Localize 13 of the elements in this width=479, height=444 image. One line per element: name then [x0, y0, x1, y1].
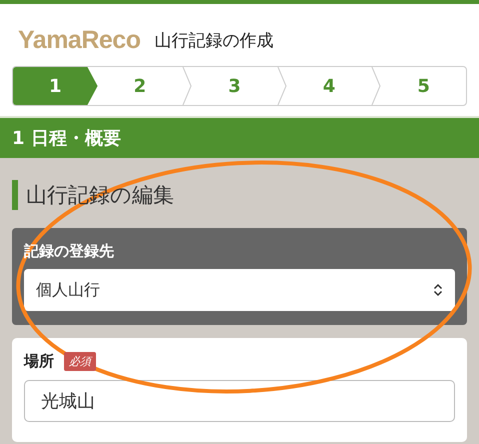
page-title: 山行記録の作成 — [154, 30, 274, 52]
place-input[interactable]: 光城山 — [24, 380, 455, 422]
logo[interactable]: YamaReco — [18, 26, 140, 54]
required-badge: 必須 — [64, 352, 96, 371]
step-tab[interactable]: 2 — [98, 67, 182, 105]
step-tab[interactable]: 4 — [286, 67, 372, 105]
step-tab[interactable]: 1 — [13, 67, 98, 105]
step-tab[interactable]: 3 — [192, 67, 277, 105]
step-tab[interactable]: 5 — [381, 67, 466, 105]
destination-select[interactable]: 個人山行 — [24, 269, 455, 311]
updown-icon — [433, 283, 443, 297]
section-bar: 1 日程・概要 — [0, 116, 479, 158]
field-label: 場所 — [24, 352, 54, 371]
